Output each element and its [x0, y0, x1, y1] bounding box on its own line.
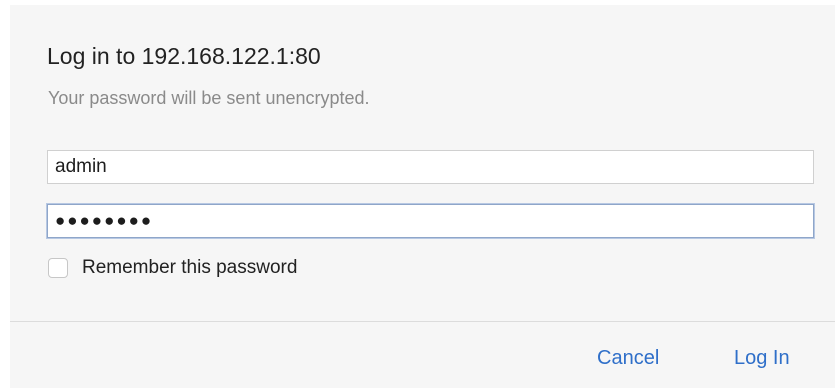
- remember-password-label: Remember this password: [82, 257, 298, 278]
- login-dialog: Log in to 192.168.122.1:80 Your password…: [10, 5, 835, 388]
- password-field[interactable]: ●●●●●●●●: [47, 204, 814, 238]
- username-field[interactable]: admin: [47, 150, 814, 184]
- log-in-button[interactable]: Log In: [734, 347, 790, 370]
- footer-divider: [10, 321, 835, 322]
- dialog-subtitle: Your password will be sent unencrypted.: [48, 88, 370, 108]
- cancel-button[interactable]: Cancel: [597, 347, 659, 370]
- remember-password-row[interactable]: Remember this password: [48, 257, 297, 279]
- dialog-title: Log in to 192.168.122.1:80: [47, 43, 321, 69]
- remember-password-checkbox[interactable]: [48, 258, 68, 278]
